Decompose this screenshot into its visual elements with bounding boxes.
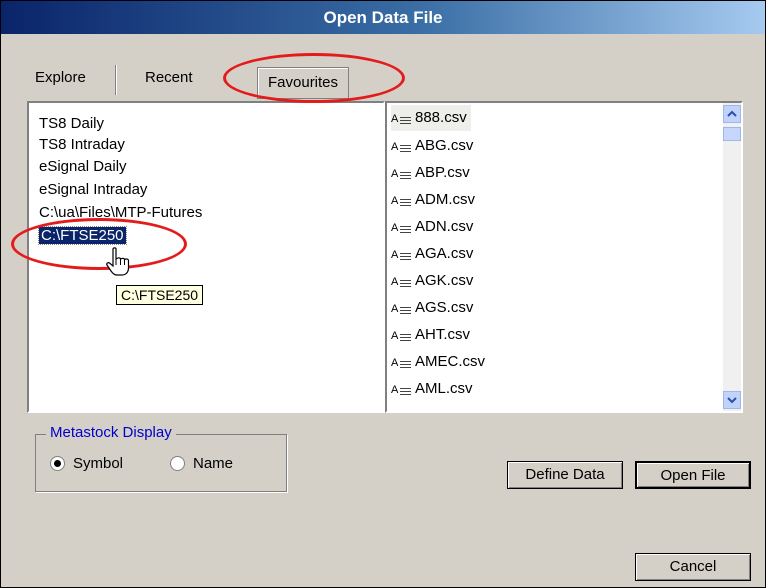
- file-item[interactable]: A ABG.csv: [391, 133, 473, 159]
- favourite-item[interactable]: eSignal Intraday: [39, 179, 147, 201]
- tab-recent-files[interactable]: Recent Files: [145, 59, 193, 124]
- svg-text:A: A: [391, 276, 399, 288]
- file-name: AHT.csv: [415, 326, 471, 343]
- text-file-icon: A: [391, 354, 413, 370]
- cancel-button[interactable]: Cancel: [635, 553, 751, 581]
- tab-explore[interactable]: Explore: [35, 59, 86, 97]
- file-name: ABP.csv: [415, 164, 470, 181]
- favourite-item[interactable]: C:\ua\Files\MTP-Futures: [39, 202, 202, 224]
- text-file-icon: A: [391, 327, 413, 343]
- svg-text:A: A: [391, 222, 399, 234]
- file-item[interactable]: A 888.csv: [391, 105, 471, 131]
- tab-favourites[interactable]: Favourites: [257, 67, 350, 99]
- svg-text:A: A: [391, 195, 399, 207]
- radio-selected-icon: [50, 455, 65, 471]
- svg-text:A: A: [391, 168, 399, 180]
- scroll-thumb[interactable]: [723, 127, 741, 141]
- file-item[interactable]: A AML.csv: [391, 376, 473, 402]
- svg-text:A: A: [391, 113, 399, 125]
- define-data-button[interactable]: Define Data: [507, 461, 623, 489]
- favourites-list[interactable]: TS8 Daily TS8 Intraday eSignal Daily eSi…: [27, 101, 385, 413]
- file-item[interactable]: A AGA.csv: [391, 241, 473, 267]
- favourite-label: TS8 Daily: [39, 115, 105, 132]
- file-name: AGS.csv: [415, 299, 474, 316]
- text-file-icon: A: [391, 110, 413, 126]
- file-item[interactable]: A ABP.csv: [391, 160, 470, 186]
- open-data-file-dialog: Open Data File Explore Recent Files Favo…: [0, 0, 766, 588]
- metastock-display-legend: Metastock Display: [46, 424, 176, 441]
- text-file-icon: A: [391, 381, 413, 397]
- svg-text:A: A: [391, 357, 399, 369]
- favourite-item[interactable]: TS8 Daily: [39, 113, 104, 135]
- favourite-label: eSignal Daily: [39, 158, 127, 175]
- file-item[interactable]: A AHT.csv: [391, 322, 470, 348]
- name-radio-label: Name: [193, 455, 234, 472]
- symbol-radio-label: Symbol: [73, 455, 124, 472]
- text-file-icon: A: [391, 246, 413, 262]
- scroll-down-button[interactable]: [723, 391, 741, 409]
- svg-text:A: A: [391, 249, 399, 261]
- file-item[interactable]: A AGS.csv: [391, 295, 473, 321]
- text-file-icon: A: [391, 192, 413, 208]
- file-list-scrollbar[interactable]: [723, 103, 741, 411]
- open-file-button[interactable]: Open File: [635, 461, 751, 489]
- chevron-down-icon: [727, 397, 737, 404]
- svg-text:A: A: [391, 384, 399, 396]
- svg-text:A: A: [391, 303, 399, 315]
- favourite-item[interactable]: eSignal Daily: [39, 156, 127, 178]
- text-file-icon: A: [391, 165, 413, 181]
- file-item[interactable]: A ADN.csv: [391, 214, 473, 240]
- file-name: AML.csv: [415, 380, 473, 397]
- text-file-icon: A: [391, 300, 413, 316]
- favourite-item-selected[interactable]: C:\FTSE250: [38, 225, 127, 247]
- chevron-up-icon: [727, 110, 737, 117]
- svg-text:A: A: [391, 141, 399, 153]
- favourite-item[interactable]: TS8 Intraday: [39, 134, 125, 156]
- favourite-label: C:\ua\Files\MTP-Futures: [39, 204, 203, 221]
- file-name: AGA.csv: [415, 245, 474, 262]
- favourite-label: C:\FTSE250: [38, 226, 127, 245]
- metastock-display-group: Metastock Display Symbol Name: [35, 424, 287, 492]
- file-name: ADN.csv: [415, 218, 474, 235]
- scroll-up-button[interactable]: [723, 105, 741, 123]
- favourite-label: TS8 Intraday: [39, 136, 125, 153]
- file-item[interactable]: A AGK.csv: [391, 268, 473, 294]
- hand-pointer-icon: [106, 247, 130, 276]
- file-item[interactable]: A ADM.csv: [391, 187, 475, 213]
- dialog-title: Open Data File: [1, 1, 765, 34]
- text-file-icon: A: [391, 273, 413, 289]
- text-file-icon: A: [391, 138, 413, 154]
- path-tooltip: C:\FTSE250: [116, 285, 204, 305]
- radio-unselected-icon: [170, 455, 185, 471]
- file-name: AGK.csv: [415, 272, 474, 289]
- symbol-radio[interactable]: Symbol: [50, 455, 123, 472]
- file-item[interactable]: A AMEC.csv: [391, 349, 485, 375]
- tab-divider: [115, 65, 117, 95]
- file-name: AMEC.csv: [415, 353, 486, 370]
- name-radio[interactable]: Name: [170, 455, 233, 472]
- svg-text:A: A: [391, 330, 399, 342]
- text-file-icon: A: [391, 219, 413, 235]
- file-name: ADM.csv: [415, 191, 475, 208]
- file-list[interactable]: A 888.csv A ABG.csv A ABP.csv A ADM.csv A ADN…: [385, 101, 743, 413]
- file-name: ABG.csv: [415, 137, 474, 154]
- favourite-label: eSignal Intraday: [39, 181, 148, 198]
- file-name: 888.csv: [415, 109, 467, 126]
